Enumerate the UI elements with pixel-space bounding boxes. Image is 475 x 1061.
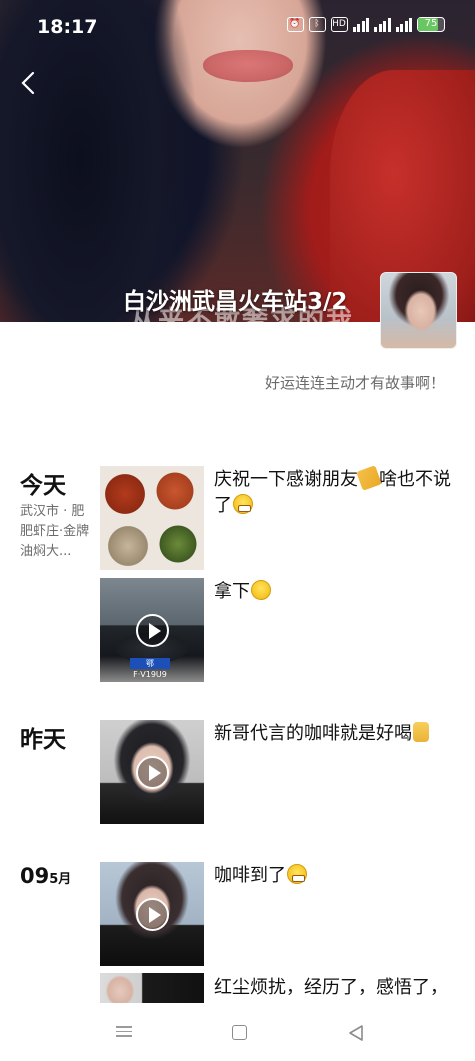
menu-icon-line [116, 1035, 132, 1037]
post-text-part: 拿下 [214, 581, 250, 602]
post-text[interactable]: 拿下 [214, 579, 464, 605]
grin-emoji-icon [233, 494, 253, 514]
wifi-icon [352, 17, 369, 32]
post-photo-thumb[interactable] [100, 466, 204, 570]
alarm-icon: ⏰ [286, 17, 304, 32]
post-video-thumb[interactable]: 鄂F·V19U9 [100, 578, 204, 682]
date-month: 5月 [49, 872, 72, 887]
thinking-emoji-icon [251, 580, 271, 600]
post-text[interactable]: 庆祝一下感谢朋友 啥也不说了 [214, 465, 464, 519]
play-icon [136, 614, 169, 647]
menu-icon-line [116, 1030, 132, 1032]
status-icons: ⏰ ᛒ HD 75 [286, 17, 445, 32]
post-text-part: 红尘烦扰，经历了，感悟了， [214, 977, 448, 998]
album-title: 白沙洲武昌火车站3/2 [123, 289, 348, 315]
system-nav-bar [0, 1003, 475, 1061]
hd-icon: HD [330, 17, 348, 32]
profile-signature: 好运连连主动才有故事啊！ [264, 374, 445, 392]
post-video-thumb[interactable] [100, 862, 204, 966]
post-text-part: 新哥代言的咖啡就是好喝 [214, 723, 412, 744]
menu-button[interactable] [112, 1023, 136, 1043]
victory-hand-emoji-icon [413, 722, 429, 742]
signal-icon [374, 17, 391, 32]
post-text[interactable]: 新哥代言的咖啡就是好喝 [214, 721, 464, 747]
system-back-button[interactable] [344, 1023, 368, 1043]
home-icon [232, 1025, 247, 1040]
status-time: 18:17 [37, 16, 98, 38]
location-label[interactable]: 武汉市 · 肥肥虾庄·金牌油焖大... [20, 502, 92, 562]
post-video-thumb[interactable] [100, 720, 204, 824]
post-text-part: 庆祝一下感谢朋友 [214, 469, 358, 490]
menu-icon-line [116, 1026, 132, 1028]
pray-emoji-icon [356, 465, 382, 491]
battery-icon: 75 [417, 17, 445, 32]
battery-percent: 75 [424, 18, 438, 29]
status-bar: 18:17 ⏰ ᛒ HD 75 [0, 0, 475, 52]
chevron-left-icon [21, 71, 35, 95]
post-text[interactable]: 红尘烦扰，经历了，感悟了， [214, 975, 464, 1001]
post-text[interactable]: 咖啡到了 [214, 863, 464, 889]
date-day: 09 [20, 864, 50, 888]
back-icon [349, 1025, 363, 1041]
post-photo-thumb[interactable] [100, 973, 204, 1003]
cover-lips [203, 50, 293, 82]
play-icon [136, 898, 169, 931]
bluetooth-icon: ᛒ [308, 17, 326, 32]
date-label-yesterday: 昨天 [20, 727, 66, 753]
home-button[interactable] [228, 1023, 252, 1043]
date-label-today: 今天 [20, 473, 66, 499]
post-text-part: 咖啡到了 [214, 865, 286, 886]
avatar[interactable] [380, 272, 457, 349]
back-button[interactable] [16, 70, 40, 96]
date-label-day: 095月 [20, 864, 71, 888]
license-plate: 鄂F·V19U9 [130, 658, 170, 679]
grin-emoji-icon [287, 864, 307, 884]
play-icon [136, 756, 169, 789]
signal-icon [395, 17, 412, 32]
